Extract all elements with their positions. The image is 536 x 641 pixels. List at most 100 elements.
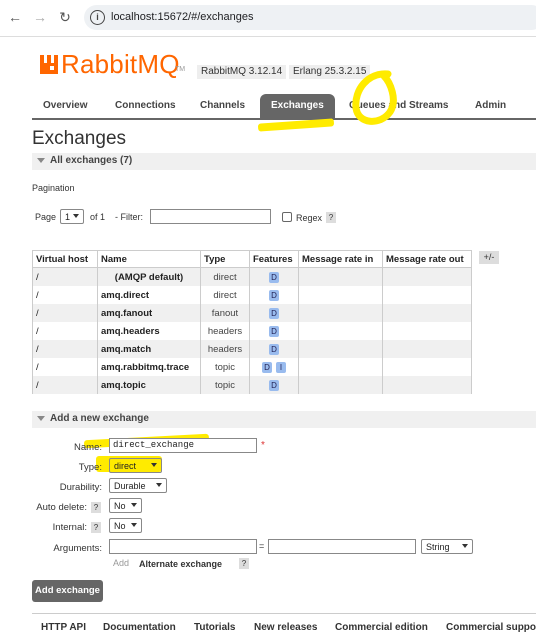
alternate-exchange-help-icon[interactable]: ? [239,558,249,569]
cell-message-rate-out [382,322,472,340]
auto-delete-value: No [114,501,126,511]
tab-exchanges[interactable]: Exchanges [260,94,335,118]
reload-icon[interactable]: ↻ [57,9,73,25]
table-row[interactable]: / amq.topic topic D [32,376,472,394]
add-exchange-button[interactable]: Add exchange [32,580,103,602]
tab-channels[interactable]: Channels [200,94,245,118]
cell-message-rate-in [298,358,383,376]
durable-badge: D [269,379,279,391]
chevron-down-icon [73,214,79,218]
footer-link-tutorials[interactable]: Tutorials [194,622,235,633]
url-text[interactable]: localhost:15672/#/exchanges [111,11,254,23]
cell-type: headers [200,322,250,340]
back-arrow-icon[interactable]: ← [7,9,23,25]
argument-equals: = [259,541,265,551]
cell-virtual-host: / [32,322,98,340]
cell-type: topic [200,358,250,376]
filter-input[interactable] [150,209,271,224]
cell-virtual-host: / [32,376,98,394]
cell-type: headers [200,340,250,358]
footer-links: HTTP API Documentation Tutorials New rel… [32,613,536,641]
table-row[interactable]: / (AMQP default) direct D [32,267,472,286]
page-label: Page [35,212,57,222]
durability-label: Durability: [59,482,102,493]
columns-toggle-button[interactable]: +/- [479,251,499,264]
cell-virtual-host: / [32,286,98,304]
chevron-down-icon [156,483,162,487]
col-virtual-host[interactable]: Virtual host [32,250,98,268]
site-info-icon[interactable]: i [90,10,105,25]
footer-link-documentation[interactable]: Documentation [103,622,176,633]
argument-key-input[interactable] [109,539,257,554]
page-of-label: of 1 [90,212,106,222]
cell-type: topic [200,376,250,394]
cell-message-rate-out [382,358,472,376]
cell-virtual-host: / [32,340,98,358]
internal-help-icon[interactable]: ? [91,522,101,533]
forward-arrow-icon[interactable]: → [32,9,48,25]
footer-link-http-api[interactable]: HTTP API [41,622,86,633]
durability-select[interactable]: Durable [109,478,167,493]
cell-message-rate-out [382,304,472,322]
cell-features: D [249,267,299,286]
internal-select[interactable]: No [109,518,142,533]
table-row[interactable]: / amq.direct direct D [32,286,472,304]
durable-badge: D [262,361,272,373]
cell-features: D [249,322,299,340]
browser-toolbar: ← → ↻ i localhost:15672/#/exchanges [0,0,536,37]
cell-exchange-name[interactable]: amq.rabbitmq.trace [97,358,201,376]
highlight-mark [257,118,335,132]
collapse-triangle-icon [37,158,45,163]
highlight-scribble [352,70,397,125]
cell-message-rate-in [298,376,383,394]
durable-badge: D [269,325,279,337]
cell-type: fanout [200,304,250,322]
regex-label: Regex [296,213,323,223]
argument-value-input[interactable] [268,539,416,554]
add-exchange-toggle[interactable]: Add a new exchange [32,411,536,428]
cell-message-rate-out [382,267,472,286]
cell-virtual-host: / [32,304,98,322]
table-row[interactable]: / amq.headers headers D [32,322,472,340]
alternate-exchange-link[interactable]: Alternate exchange [139,559,222,569]
rabbitmq-version: RabbitMQ 3.12.14 [197,65,287,79]
col-name[interactable]: Name [97,250,201,268]
cell-message-rate-out [382,376,472,394]
footer-link-commercial-edition[interactable]: Commercial edition [335,622,428,633]
auto-delete-help-icon[interactable]: ? [91,502,101,513]
tab-connections[interactable]: Connections [115,94,176,118]
cell-message-rate-in [298,267,383,286]
address-bar[interactable]: i localhost:15672/#/exchanges [84,5,536,30]
tab-overview[interactable]: Overview [43,94,87,118]
chevron-down-icon [131,523,137,527]
page-select[interactable]: 1 [60,209,84,224]
argument-type-select[interactable]: String [421,539,473,554]
argument-type-value: String [426,542,450,552]
exchange-type-value: direct [114,461,137,471]
cell-exchange-name[interactable]: amq.headers [97,322,201,340]
tab-admin[interactable]: Admin [475,94,506,118]
table-row[interactable]: / amq.fanout fanout D [32,304,472,322]
rabbit-logo-icon [40,55,58,74]
cell-exchange-name[interactable]: amq.topic [97,376,201,394]
cell-message-rate-in [298,340,383,358]
exchange-type-select[interactable]: direct [109,458,162,473]
filter-label: - Filter: [115,212,143,222]
all-exchanges-toggle[interactable]: All exchanges (7) [32,153,536,170]
regex-help-icon[interactable]: ? [326,212,336,223]
col-type[interactable]: Type [200,250,250,268]
auto-delete-select[interactable]: No [109,498,142,513]
footer-link-new-releases[interactable]: New releases [254,622,317,633]
cell-exchange-name[interactable]: (AMQP default) [97,267,201,286]
arguments-label: Arguments: [53,543,102,554]
internal-badge: I [276,361,286,373]
cell-exchange-name[interactable]: amq.fanout [97,304,201,322]
add-argument-link[interactable]: Add [113,558,129,568]
exchange-name-input[interactable]: direct_exchange [109,438,257,453]
table-row[interactable]: / amq.match headers D [32,340,472,358]
footer-link-commercial-support[interactable]: Commercial suppor [446,622,536,633]
table-row[interactable]: / amq.rabbitmq.trace topic D I [32,358,472,376]
cell-exchange-name[interactable]: amq.direct [97,286,201,304]
cell-exchange-name[interactable]: amq.match [97,340,201,358]
regex-checkbox[interactable] [282,212,292,222]
